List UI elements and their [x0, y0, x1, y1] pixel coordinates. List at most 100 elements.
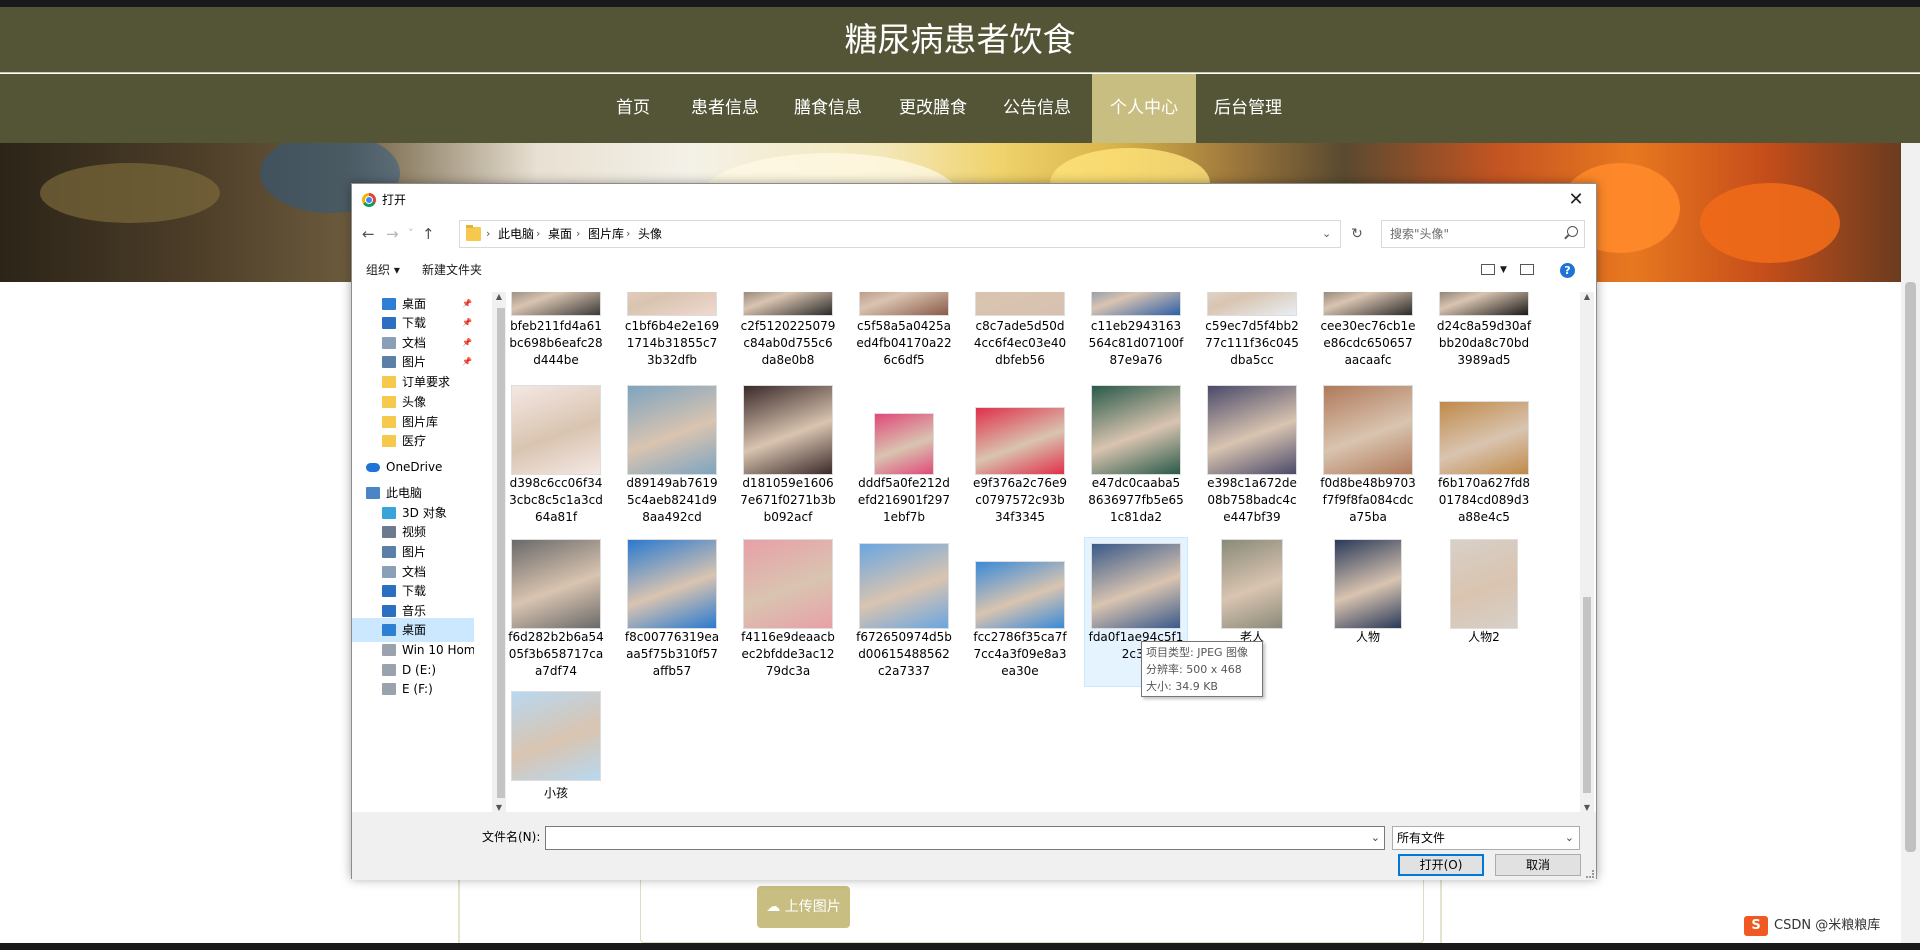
image-thumbnail [975, 561, 1065, 629]
file-item[interactable]: e9f376a2c76e9c0797572c93b34f3345 [972, 383, 1068, 524]
file-item[interactable]: dddf5a0fe212defd216901f2971ebf7b [856, 383, 952, 524]
file-list-scrollbar[interactable]: ▲ ▼ [1580, 292, 1594, 812]
file-name: e47dc0caaba58636977fb5e651c81da2 [1088, 476, 1184, 524]
folder-icon [382, 416, 396, 428]
page-scrollbar-thumb[interactable] [1905, 282, 1916, 852]
file-item[interactable]: d181059e16067e671f0271b3bb092acf [740, 383, 836, 524]
scroll-up-icon[interactable]: ▲ [1580, 292, 1594, 301]
nav-item[interactable]: 个人中心 [1092, 74, 1196, 143]
file-item[interactable]: c59ec7d5f4bb277c111f36c045dba5cc [1204, 292, 1300, 382]
file-item[interactable]: fda0f1ae94c5f12c3c [1088, 537, 1184, 661]
file-item[interactable]: d24c8a59d30afbb20da8c70bd3989ad5 [1436, 292, 1532, 382]
file-item[interactable]: bfeb211fd4a61bc698b6eafc28d444be [508, 292, 604, 382]
file-item[interactable]: 人物 [1320, 537, 1416, 657]
file-item[interactable]: e47dc0caaba58636977fb5e651c81da2 [1088, 383, 1184, 524]
back-arrow-icon[interactable]: ← [362, 225, 375, 243]
scroll-down-icon[interactable]: ▼ [1580, 803, 1594, 812]
image-thumbnail [1323, 292, 1413, 316]
file-name: c8c7ade5d50d4cc6f4ec03e40dbfeb56 [973, 319, 1067, 367]
image-thumbnail [859, 543, 949, 629]
drive-icon [382, 683, 396, 695]
file-item[interactable]: 小孩 [508, 691, 604, 811]
sidebar-item[interactable]: OneDrive [352, 455, 474, 479]
chevron-down-icon[interactable]: ▼ [1500, 254, 1507, 286]
scroll-up-icon[interactable]: ▲ [492, 292, 506, 301]
image-thumbnail [975, 292, 1065, 316]
close-icon[interactable]: ✕ [1556, 184, 1596, 216]
breadcrumb-picture-library[interactable]: 图片库 [588, 221, 624, 247]
file-item[interactable]: cee30ec76cb1ee86cdc650657aacaafc [1320, 292, 1416, 382]
file-item[interactable]: c11eb2943163564c81d07100f87e9a76 [1088, 292, 1184, 382]
forward-arrow-icon[interactable]: → [386, 225, 399, 243]
scroll-down-icon[interactable]: ▼ [492, 803, 506, 812]
search-input[interactable]: 搜索"头像" [1381, 220, 1585, 248]
breadcrumb-separator: › [486, 227, 491, 240]
file-item[interactable]: 人物2 [1436, 537, 1532, 657]
help-icon[interactable]: ? [1560, 263, 1575, 278]
download-icon [382, 317, 396, 329]
recent-locations-icon[interactable]: ˅ [408, 225, 414, 243]
file-item[interactable]: c8c7ade5d50d4cc6f4ec03e40dbfeb56 [972, 292, 1068, 382]
file-item[interactable]: f6b170a627fd801784cd089d3a88e4c5 [1436, 383, 1532, 524]
nav-item[interactable]: 首页 [603, 74, 663, 143]
file-item[interactable]: f0d8be48b9703f7f9f8fa084cdca75ba [1320, 383, 1416, 524]
chevron-down-icon[interactable]: ⌄ [1565, 827, 1574, 849]
folder-icon [382, 435, 396, 447]
cancel-button[interactable]: 取消 [1495, 854, 1581, 876]
image-thumbnail [1221, 539, 1283, 629]
sidebar-item[interactable]: 医疗 [352, 429, 474, 453]
view-options-icon[interactable] [1481, 264, 1495, 275]
sidebar-item[interactable]: E (F:) [352, 677, 474, 701]
file-item[interactable]: c2f5120225079c84ab0d755c6da8e0b8 [740, 292, 836, 382]
sidebar-item-label: E (F:) [402, 682, 433, 696]
file-name: fcc2786f35ca7f7cc4a3f09e8a3ea30e [973, 630, 1067, 678]
file-item[interactable]: c1bf6b4e2e1691714b31855c73b32dfb [624, 292, 720, 382]
file-item[interactable]: f672650974d5bd00615488562c2a7337 [856, 537, 952, 678]
file-item[interactable]: f4116e9deaacbec2bfdde3ac1279dc3a [740, 537, 836, 678]
file-item[interactable]: 老人 [1204, 537, 1300, 657]
file-name: c11eb2943163564c81d07100f87e9a76 [1088, 319, 1184, 367]
search-icon[interactable] [1567, 226, 1578, 237]
file-item[interactable]: d89149ab76195c4aeb8241d98aa492cd [624, 383, 720, 524]
filename-input[interactable]: ⌄ [545, 826, 1385, 850]
navigation-pane-scrollbar[interactable]: ▲ ▼ [492, 292, 506, 812]
file-name: dddf5a0fe212defd216901f2971ebf7b [857, 476, 951, 524]
file-item[interactable]: e398c1a672de08b758badc4ce447bf39 [1204, 383, 1300, 524]
scrollbar-thumb[interactable] [496, 308, 505, 798]
file-name: c5f58a5a0425aed4fb04170a226c6df5 [856, 319, 952, 367]
nav-item[interactable]: 患者信息 [681, 74, 769, 143]
up-folder-icon[interactable]: ↑ [422, 225, 435, 243]
image-thumbnail [975, 407, 1065, 475]
new-folder-button[interactable]: 新建文件夹 [422, 254, 482, 286]
preview-pane-icon[interactable] [1520, 264, 1534, 275]
breadcrumb-desktop[interactable]: 桌面 [548, 221, 572, 247]
refresh-icon[interactable]: ↻ [1343, 220, 1371, 248]
address-bar[interactable]: › 此电脑 › 桌面 › 图片库 › 头像 ⌄ [459, 220, 1341, 248]
file-item[interactable]: f6d282b2b6a5405f3b658717caa7df74 [508, 537, 604, 678]
drive-icon [382, 644, 396, 656]
open-button[interactable]: 打开(O) [1398, 854, 1484, 876]
breadcrumb-avatar[interactable]: 头像 [638, 221, 662, 247]
file-name: d24c8a59d30afbb20da8c70bd3989ad5 [1436, 319, 1532, 367]
file-item[interactable]: f8c00776319eaaa5f75b310f57affb57 [624, 537, 720, 678]
scrollbar-thumb[interactable] [1583, 597, 1591, 793]
organize-menu[interactable]: 组织 ▾ [366, 254, 400, 286]
resize-grip-icon[interactable] [1586, 870, 1594, 878]
nav-item[interactable]: 膳食信息 [784, 74, 872, 143]
nav-item[interactable]: 公告信息 [993, 74, 1081, 143]
image-thumbnail [511, 539, 601, 629]
chevron-down-icon[interactable]: ⌄ [1371, 827, 1380, 849]
desktop-icon [382, 298, 396, 310]
nav-item[interactable]: 后台管理 [1200, 74, 1296, 143]
file-item[interactable]: fcc2786f35ca7f7cc4a3f09e8a3ea30e [972, 537, 1068, 678]
breadcrumb-separator: › [536, 227, 541, 240]
chevron-down-icon[interactable]: ⌄ [1322, 221, 1331, 247]
navigation-pane: 桌面 📌 下载 📌 文档 📌 图片 📌 订单要求 头像 图片库 医疗 OneDrive 此电脑 3D 对象视… [352, 292, 480, 812]
nav-item[interactable]: 更改膳食 [889, 74, 977, 143]
file-item[interactable]: c5f58a5a0425aed4fb04170a226c6df5 [856, 292, 952, 382]
file-item[interactable]: d398c6cc06f343cbc8c5c1a3cd64a81f [508, 383, 604, 524]
filetype-select[interactable]: 所有文件 ⌄ [1392, 826, 1580, 850]
file-name: c1bf6b4e2e1691714b31855c73b32dfb [624, 319, 720, 367]
breadcrumb-this-pc[interactable]: 此电脑 [498, 221, 534, 247]
upload-image-button[interactable]: ☁ 上传图片 [757, 886, 850, 928]
